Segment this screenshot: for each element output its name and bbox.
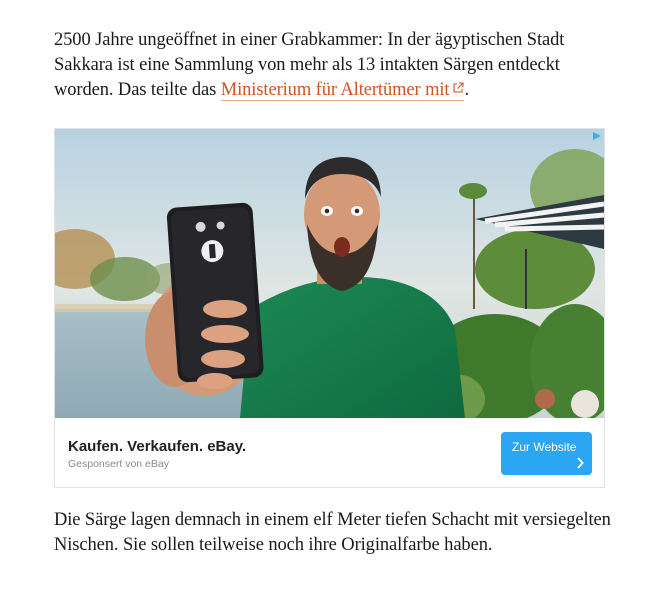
sponsored-ad[interactable]: Kaufen. Verkaufen. eBay. Gesponsert von … (54, 128, 605, 488)
article-paragraph-2: Die Särge lagen demnach in einem elf Met… (54, 510, 611, 555)
paragraph-end: . (464, 80, 469, 100)
external-link-icon (453, 82, 465, 93)
chevron-right-icon (577, 457, 584, 469)
ad-sponsor-label: Gesponsert von eBay (68, 458, 169, 470)
article-body: 2500 Jahre ungeöffnet in einer Grabkamme… (54, 28, 614, 103)
article-body-continued: Die Särge lagen demnach in einem elf Met… (54, 508, 614, 558)
button-label: Zur Website (512, 440, 577, 454)
ad-image[interactable] (55, 129, 604, 418)
ad-footer[interactable]: Kaufen. Verkaufen. eBay. Gesponsert von … (55, 418, 604, 488)
link-text: Ministerium für Altertümer mit (220, 80, 450, 100)
ad-photo-man-with-phone (55, 129, 604, 418)
adchoices-icon[interactable] (592, 131, 602, 141)
ad-title[interactable]: Kaufen. Verkaufen. eBay. (68, 438, 246, 455)
ministry-external-link[interactable]: Ministerium für Altertümer mit (220, 80, 465, 101)
article-paragraph-1: 2500 Jahre ungeöffnet in einer Grabkamme… (54, 28, 614, 103)
visit-website-button[interactable]: Zur Website (501, 432, 592, 475)
